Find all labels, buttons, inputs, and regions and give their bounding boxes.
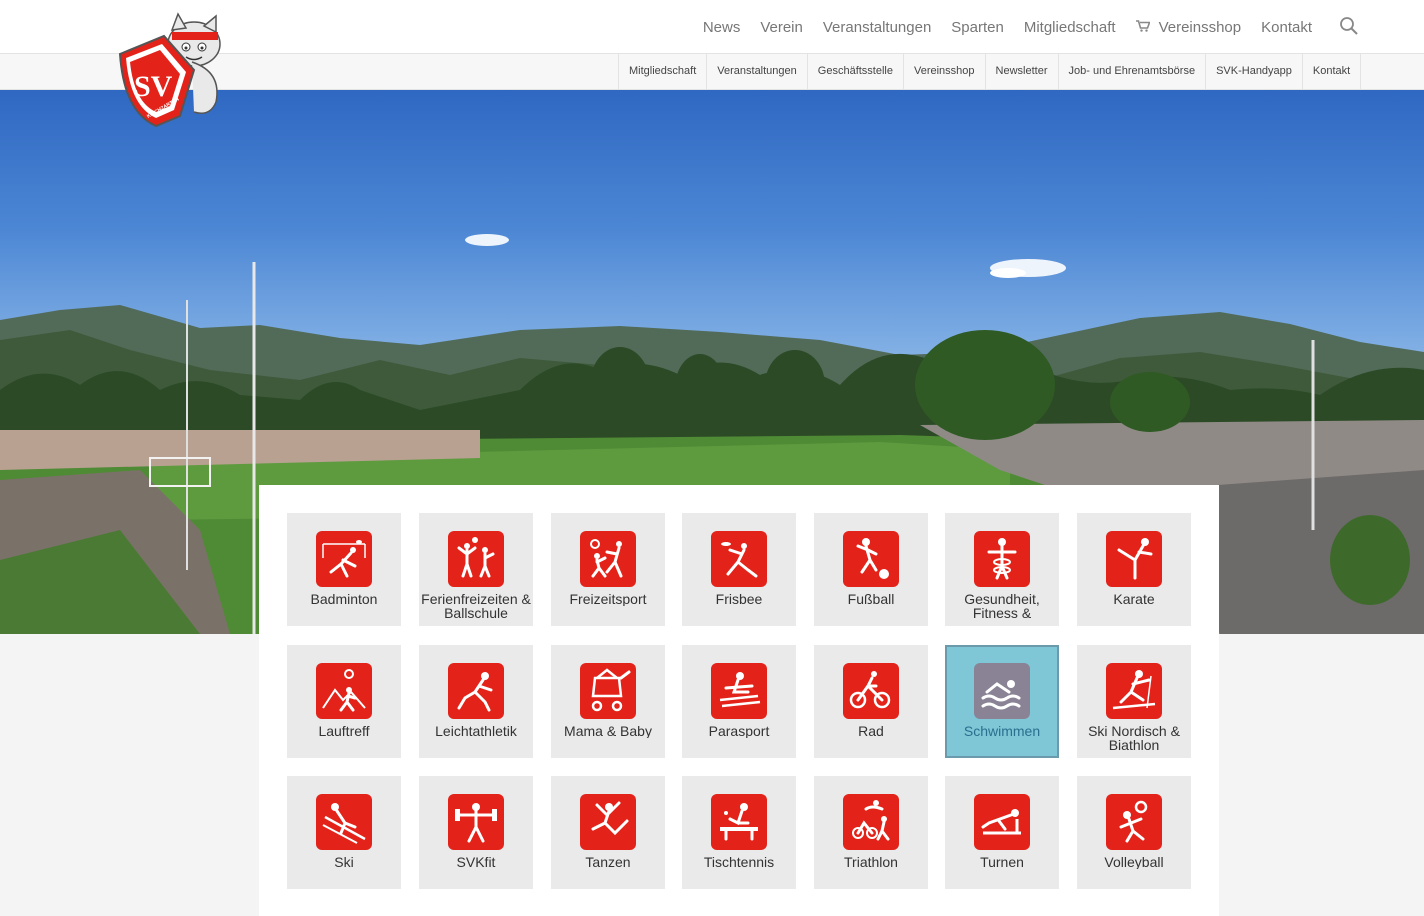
- sport-tile-label: Parasport: [708, 724, 770, 738]
- secondary-nav: Mitgliedschaft Veranstaltungen Geschäfts…: [618, 54, 1362, 89]
- sport-tile-schwimmen[interactable]: Schwimmen: [945, 645, 1059, 758]
- badminton-icon: [316, 531, 372, 587]
- sub-nav-item-geschaeftsstelle[interactable]: Geschäftsstelle: [808, 54, 904, 89]
- tanzen-icon: [580, 794, 636, 850]
- tischtennis-icon: [711, 794, 767, 850]
- lauftreff-icon: [316, 663, 372, 719]
- sport-tile-label: Lauftreff: [318, 724, 370, 738]
- sport-tile-ski[interactable]: Ski: [287, 776, 401, 889]
- mama-baby-icon: [580, 663, 636, 719]
- main-nav-item-verein[interactable]: Verein: [760, 19, 803, 36]
- freizeitsport-icon: [580, 531, 636, 587]
- main-nav-item-kontakt[interactable]: Kontakt: [1261, 19, 1312, 36]
- nav-label: Sparten: [951, 18, 1004, 36]
- nav-label: Mitgliedschaft: [1023, 18, 1116, 36]
- sport-tile-mama-baby[interactable]: Mama & Baby: [551, 645, 665, 758]
- sport-tile-triathlon[interactable]: Triathlon: [814, 776, 928, 889]
- main-nav-item-mitgliedschaft[interactable]: Mitgliedschaft: [1024, 19, 1116, 36]
- logo-text: SV: [134, 70, 173, 103]
- karate-icon: [1106, 531, 1162, 587]
- rad-icon: [843, 663, 899, 719]
- schwimmen-icon: [974, 663, 1030, 719]
- main-nav-item-news[interactable]: News: [703, 19, 741, 36]
- leichtathletik-icon: [448, 663, 504, 719]
- main-nav-item-veranstaltungen[interactable]: Veranstaltungen: [823, 19, 931, 36]
- triathlon-icon: [843, 794, 899, 850]
- volleyball-icon: [1106, 794, 1162, 850]
- sport-tile-lauftreff[interactable]: Lauftreff: [287, 645, 401, 758]
- fussball-icon: [843, 531, 899, 587]
- sport-tile-label: Ski: [334, 855, 354, 869]
- sub-nav-item-jobboerse[interactable]: Job- und Ehrenamtsbörse: [1059, 54, 1207, 89]
- sport-tile-label: Rad: [858, 724, 884, 738]
- sport-tile-label: Ferienfreizeiten & Ballschule: [421, 592, 531, 620]
- sport-tile-label: Fußball: [847, 592, 895, 606]
- nav-label: Vereinsshop: [1158, 18, 1242, 36]
- sport-tile-label: Tanzen: [585, 855, 631, 869]
- sport-tile-leichtathletik[interactable]: Leichtathletik: [419, 645, 533, 758]
- sport-tile-label: Karate: [1113, 592, 1155, 606]
- sport-tile-label: Volleyball: [1104, 855, 1164, 869]
- ferienfreizeiten-icon: [448, 531, 504, 587]
- sub-nav-item-veranstaltungen[interactable]: Veranstaltungen: [707, 54, 808, 89]
- sport-tile-label: Tischtennis: [703, 855, 775, 869]
- sport-tile-label: Badminton: [310, 592, 378, 606]
- nav-label: Veranstaltungen: [822, 18, 932, 36]
- club-logo[interactable]: SV KIRCHZARTEN: [112, 12, 230, 130]
- ski-nordisch-icon: [1106, 663, 1162, 719]
- main-nav-item-vereinsshop[interactable]: Vereinsshop: [1135, 18, 1242, 36]
- sport-tile-tischtennis[interactable]: Tischtennis: [682, 776, 796, 889]
- parasport-icon: [711, 663, 767, 719]
- cart-icon: [1135, 20, 1150, 32]
- sport-tile-fussball[interactable]: Fußball: [814, 513, 928, 626]
- sport-tile-label: Mama & Baby: [564, 724, 652, 738]
- sport-tile-karate[interactable]: Karate: [1077, 513, 1191, 626]
- svkfit-icon: [448, 794, 504, 850]
- sport-tile-tanzen[interactable]: Tanzen: [551, 776, 665, 889]
- sports-grid: Badminton Ferienfreizeiten & Ballschule Fr…: [259, 485, 1219, 916]
- sport-tile-label: Triathlon: [844, 855, 898, 869]
- sport-tile-turnen[interactable]: Turnen: [945, 776, 1059, 889]
- nav-label: News: [702, 18, 741, 36]
- sport-tile-volleyball[interactable]: Volleyball: [1077, 776, 1191, 889]
- sport-tile-label: SVKfit: [456, 855, 496, 869]
- sub-nav-item-handyapp[interactable]: SVK-Handyapp: [1206, 54, 1303, 89]
- search-icon[interactable]: [1339, 16, 1359, 36]
- sport-tile-label: Turnen: [980, 855, 1024, 869]
- sport-tile-rad[interactable]: Rad: [814, 645, 928, 758]
- main-nav: News Verein Veranstaltungen Sparten Mitg…: [703, 0, 1312, 54]
- sport-tile-svkfit[interactable]: SVKfit: [419, 776, 533, 889]
- sub-nav-item-newsletter[interactable]: Newsletter: [986, 54, 1059, 89]
- sport-tile-label: Leichtathletik: [435, 724, 517, 738]
- sport-tile-freizeitsport[interactable]: Freizeitsport: [551, 513, 665, 626]
- nav-label: Kontakt: [1261, 18, 1312, 36]
- frisbee-icon: [711, 531, 767, 587]
- sub-nav-item-vereinsshop[interactable]: Vereinsshop: [904, 54, 986, 89]
- sport-tile-ferienfreizeiten[interactable]: Ferienfreizeiten & Ballschule: [419, 513, 533, 626]
- ski-icon: [316, 794, 372, 850]
- sport-tile-label: Frisbee: [715, 592, 763, 606]
- sport-tile-ski-nordisch[interactable]: Ski Nordisch & Biathlon: [1077, 645, 1191, 758]
- sport-tile-label: Ski Nordisch & Biathlon: [1088, 724, 1180, 752]
- sub-nav-item-kontakt[interactable]: Kontakt: [1303, 54, 1362, 89]
- nav-label: Verein: [760, 18, 803, 36]
- sport-tile-badminton[interactable]: Badminton: [287, 513, 401, 626]
- turnen-icon: [974, 794, 1030, 850]
- sport-tile-frisbee[interactable]: Frisbee: [682, 513, 796, 626]
- sport-tile-label: Gesundheit, Fitness & Rehasport: [964, 592, 1040, 622]
- sport-tile-gesundheit[interactable]: Gesundheit, Fitness & Rehasport: [945, 513, 1059, 626]
- main-nav-item-sparten[interactable]: Sparten: [951, 19, 1004, 36]
- gesundheit-icon: [974, 531, 1030, 587]
- sport-tile-label: Freizeitsport: [569, 592, 647, 606]
- sub-nav-item-mitgliedschaft[interactable]: Mitgliedschaft: [619, 54, 708, 89]
- sport-tile-parasport[interactable]: Parasport: [682, 645, 796, 758]
- sport-tile-label: Schwimmen: [963, 724, 1041, 738]
